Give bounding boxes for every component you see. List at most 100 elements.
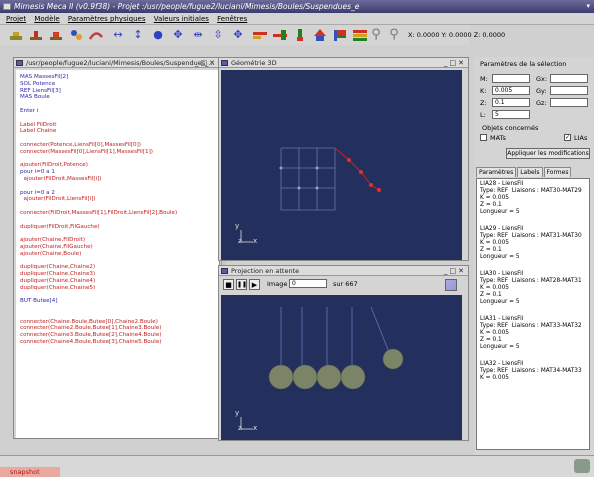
link-entry-l: Longueur = 5 [480,344,520,350]
export-icon[interactable] [445,279,457,291]
geo3d-titlebar: Géométrie 3D _□✕ [219,58,468,68]
window-icon [16,60,23,66]
geometry-3d-view[interactable]: y z x [221,70,462,260]
code-line: ajouter(FilDroit,MassesFil[i]) [20,175,102,182]
zoom-in-icon[interactable]: ⚲ [368,27,384,43]
snapshot-tab[interactable]: snapshot [0,467,60,477]
ground-tool-icon[interactable] [8,27,24,43]
link-entry-name: LIA28 - LiensFil [480,181,524,187]
image-number-input[interactable]: 0 [289,279,327,288]
mass-tool-icon[interactable] [48,27,64,43]
anchor-tool-icon[interactable] [28,27,44,43]
code-line: connecter(MassesFil[0],LiensFil[1],Masse… [20,148,153,155]
k-input[interactable]: 0.005 [492,86,530,95]
link-entry-name: LIA31 - LiensFil [480,316,524,322]
window-menu-icon[interactable] [3,3,11,10]
house-tool-icon[interactable] [312,27,328,43]
axis-y-label: y [235,222,240,230]
links-list[interactable]: LIA28 - LiensFil Type: REF Liaisons : MAT… [476,178,590,450]
editor-titlebar: /usr/people/fugue2/luciani/Mimesis/Boule… [14,58,219,68]
link-entry-name: LIA30 - LiensFil [480,271,524,277]
m-input[interactable] [492,74,530,83]
flag-tool-icon[interactable] [332,27,348,43]
zoom-out-icon[interactable]: ⚲ [386,27,402,43]
code-line: connecter(Chaine.Boule,Butee[0],Chaine2.… [20,318,158,325]
menu-valeurs-initiales[interactable]: Valeurs initiales [154,13,209,25]
pause-icon[interactable]: ❚❚ [236,279,247,290]
gx-input[interactable] [550,74,588,83]
point-tool-icon[interactable]: ● [150,27,166,43]
molecule-tool-icon[interactable] [68,27,84,43]
menu-fenetres[interactable]: Fenêtres [217,13,247,25]
tab-labels[interactable]: Labels [517,167,543,177]
code-line: REF LiensFil[3] [20,87,61,94]
pin-tool-icon[interactable] [292,27,308,43]
vertical-arrow-icon[interactable]: ↕ [130,27,146,43]
projection-window: Projection en attente _□✕ ■ ❚❚ ▶ Image 0 … [218,265,469,441]
code-line: Label Chaine [20,128,57,135]
mats-checkbox[interactable] [480,134,487,141]
tab-parametres[interactable]: Paramètres [476,167,517,177]
projection-view[interactable]: y z x [221,295,462,440]
link-entry[interactable]: LIA31 - LiensFil Type: REF Liaisons : MAT… [480,316,586,351]
code-line: MAS Boule [20,94,50,101]
script-text-area[interactable]: MAS MassesFil[2] SOL Potence REF LiensFil[… [16,70,219,438]
axis-z-label: z [238,424,242,432]
axis-y-label: y [235,409,240,417]
toolbar: ↔ ↕ ● ✥ ⇹ ⇳ ✥ ⚲ ⚲ [0,25,470,45]
move-tool-icon[interactable]: ✥ [170,27,186,43]
panel-title: Paramètres de la sélection [480,60,567,68]
link-entry[interactable]: LIA32 - LiensFil Type: REF Liaisons : MAT… [480,361,586,382]
link-entry-name: LIA29 - LiensFil [480,226,524,232]
code-line: dupliquer(Chaine,Chaine5) [20,284,96,291]
window-buttons[interactable]: _□✕ [195,58,217,67]
window-buttons[interactable]: _□✕ [444,58,466,67]
link-entry-k: K = 0.005 [480,330,509,336]
link-entry-z: Z = 0.1 [480,337,502,343]
window-icon [221,268,228,274]
menu-modele[interactable]: Modèle [34,13,59,25]
l-input[interactable]: 5 [492,110,530,119]
horizontal-arrow-icon[interactable]: ↔ [110,27,126,43]
menu-projet[interactable]: Projet [6,13,26,25]
curve-tool-icon[interactable] [88,27,104,43]
link-entry-type: Type: REF Liaisons : MAT31-MAT30 [480,233,582,239]
code-line: SOL Potence [20,80,56,87]
code-line: MAS MassesFil[2] [20,74,69,80]
link-tool-icon[interactable] [252,27,268,43]
link-tool-2-icon[interactable] [272,27,288,43]
apply-button[interactable]: Appliquer les modifications [506,148,590,159]
code-line: BUT Butee[4] [20,298,58,305]
menu-parametres-physiques[interactable]: Paramètres physiques [68,13,146,25]
link-entry[interactable]: LIA29 - LiensFil Type: REF Liaisons : MAT… [480,226,586,261]
z-input[interactable]: 0.1 [492,98,530,107]
window-buttons[interactable]: _□✕ [444,266,466,275]
gy-input[interactable] [550,86,588,95]
camera-icon[interactable]: ■ [223,279,234,290]
code-line: connecter(Chaine3.Boule,Butee[2],Chaine4… [20,332,162,339]
play-icon[interactable]: ▶ [249,279,260,290]
link-entry-l: Longueur = 5 [480,209,520,215]
stack-tool-icon[interactable] [352,27,368,43]
lias-checkbox[interactable]: ✓ [564,134,571,141]
link-entry-z: Z = 0.1 [480,247,502,253]
link-entry[interactable]: LIA28 - LiensFil Type: REF Liaisons : MAT… [480,181,586,216]
link-entry-type: Type: REF Liaisons : MAT34-MAT33 [480,368,582,374]
link-entry-z: Z = 0.1 [480,292,502,298]
window-dropdown-icon[interactable]: ▾ [586,0,590,13]
link-entry-k: K = 0.005 [480,240,509,246]
window-title: Mimesis Meca II (v0.9f38) - Projet :/usr… [14,2,360,11]
spread-horizontal-icon[interactable]: ⇹ [190,27,206,43]
axis-z-label: z [238,237,242,245]
m-label: M: [480,75,488,83]
link-entry[interactable]: LIA30 - LiensFil Type: REF Liaisons : MAT… [480,271,586,306]
editor-title: /usr/people/fugue2/luciani/Mimesis/Boule… [26,59,215,67]
gz-input[interactable] [550,98,588,107]
move-all-icon[interactable]: ✥ [230,27,246,43]
spread-vertical-icon[interactable]: ⇳ [210,27,226,43]
tab-formes[interactable]: Formes [543,167,572,177]
image-total-label: sur 667 [333,280,358,288]
